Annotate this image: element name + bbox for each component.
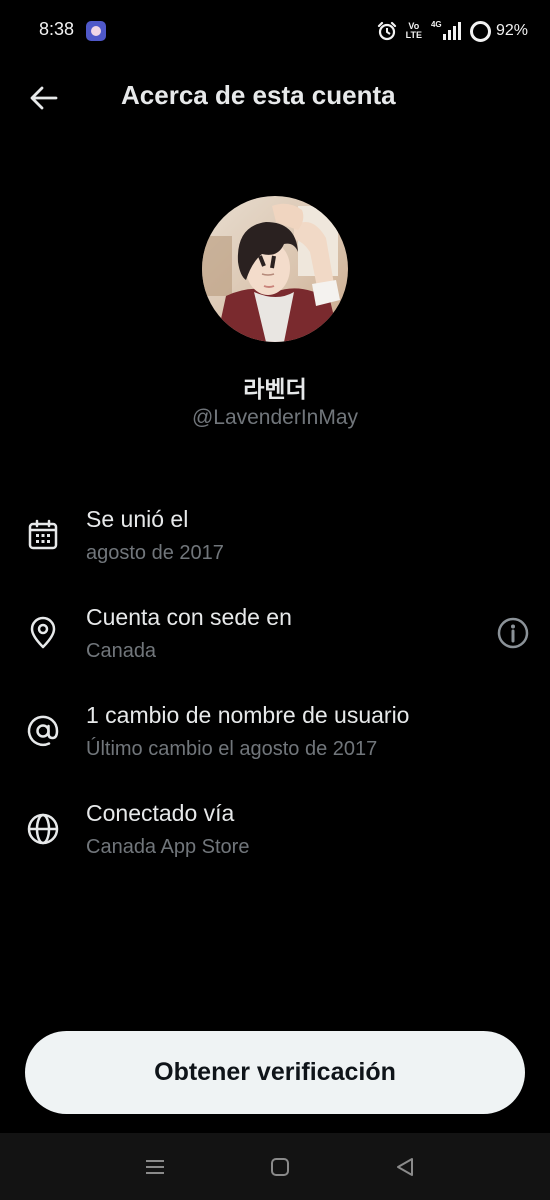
connected-via-row: Conectado vía Canada App Store <box>0 800 550 880</box>
status-bar: 8:38 Vo LTE 4G 92% <box>0 0 550 62</box>
get-verified-button[interactable]: Obtener verificación <box>25 1031 525 1114</box>
globe-icon <box>27 813 59 845</box>
location-title: Cuenta con sede en <box>86 604 292 630</box>
network-type: 4G <box>430 20 442 29</box>
location-value: Canada <box>86 640 157 662</box>
calendar-icon <box>28 519 58 550</box>
back-triangle-icon[interactable] <box>391 1153 419 1181</box>
arrow-left-icon[interactable] <box>28 82 60 114</box>
display-name: 라벤더 <box>243 376 307 402</box>
alarm-icon <box>377 21 396 41</box>
joined-row: Se unió el agosto de 2017 <box>0 506 550 586</box>
connected-via-title: Conectado vía <box>86 800 235 826</box>
battery-level: 92% <box>495 22 528 39</box>
username-changes-title: 1 cambio de nombre de usuario <box>86 702 410 728</box>
connected-via-value: Canada App Store <box>86 836 250 858</box>
battery-icon <box>469 20 491 42</box>
system-navigation-bar <box>0 1133 550 1200</box>
username-changes-value: Último cambio el agosto de 2017 <box>86 738 378 760</box>
at-sign-icon <box>27 715 59 747</box>
volte-indicator: Vo LTE <box>406 22 422 40</box>
menu-icon[interactable] <box>141 1153 169 1181</box>
username-changes-row: 1 cambio de nombre de usuario Último cam… <box>0 702 550 782</box>
volte-bottom: LTE <box>405 30 422 40</box>
signal-icon: 4G <box>431 20 461 42</box>
joined-title: Se unió el <box>86 506 189 532</box>
status-indicators: Vo LTE 4G 92% <box>377 18 528 44</box>
app-notification-icon <box>86 21 106 41</box>
page-title: Acerca de esta cuenta <box>121 80 396 110</box>
avatar[interactable] <box>202 196 348 342</box>
home-square-icon[interactable] <box>266 1153 294 1181</box>
location-pin-icon <box>30 616 56 649</box>
location-row: Cuenta con sede en Canada <box>0 604 550 684</box>
info-circle-icon[interactable] <box>496 616 530 650</box>
status-time: 8:38 <box>39 19 75 39</box>
username-handle: @LavenderInMay <box>191 406 359 429</box>
avatar-image <box>202 196 348 342</box>
joined-date: agosto de 2017 <box>86 542 224 564</box>
